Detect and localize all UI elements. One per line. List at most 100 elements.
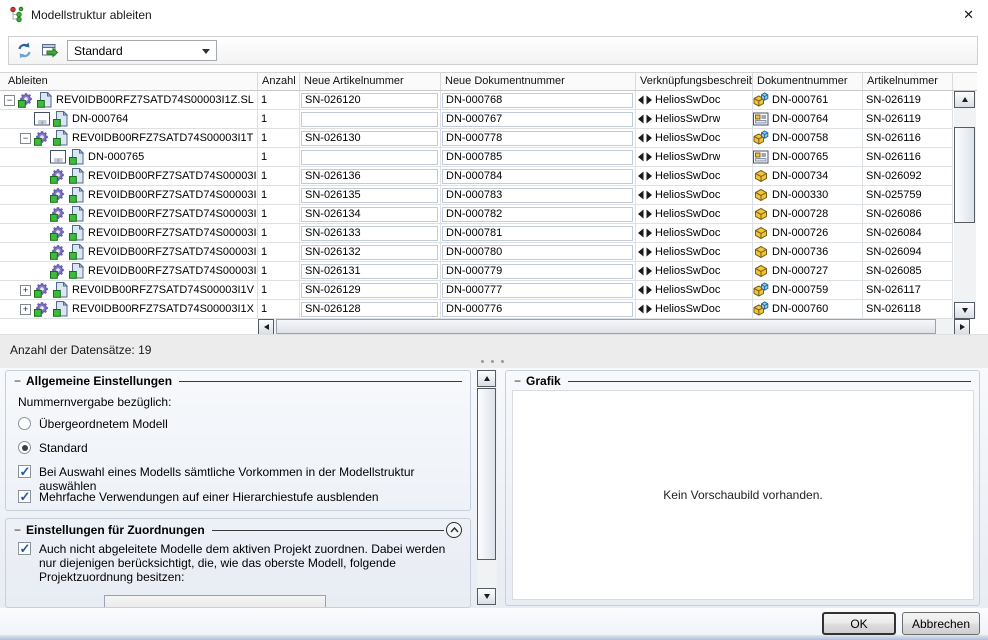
neue-artikelnummer-input[interactable]: SN-026133 — [301, 226, 438, 241]
settings-scroll-thumb[interactable] — [477, 388, 496, 560]
radio-row-standard[interactable]: Standard — [18, 441, 88, 455]
cell-neue-dokumentnummer-input: DN-000768 — [441, 91, 636, 110]
cell-verknuepfung: HeliosSwDoc — [636, 91, 753, 110]
checkbox-assign-project[interactable] — [18, 542, 31, 555]
collapse-chevron-button[interactable] — [446, 522, 462, 538]
table-row[interactable]: REV0IDB00RFZ7SATD74S00003I1SN-026132DN-0… — [0, 243, 953, 262]
column-header-dokumentnummer[interactable]: Dokumentnummer — [753, 73, 863, 90]
neue-artikelnummer-input[interactable] — [301, 150, 438, 165]
table-row[interactable]: REV0IDB00RFZ7SATD74S00003I1SN-026133DN-0… — [0, 224, 953, 243]
neue-artikelnummer-input[interactable]: SN-026132 — [301, 245, 438, 260]
column-header-ableiten[interactable]: Ableiten — [0, 73, 258, 90]
checkbox-row-mehrfache[interactable]: Mehrfache Verwendungen auf einer Hierarc… — [18, 490, 379, 504]
neue-artikelnummer-input[interactable]: SN-026135 — [301, 188, 438, 203]
radio-standard[interactable] — [18, 441, 31, 454]
tree-expander[interactable]: − — [4, 95, 15, 106]
cell-artikelnummer: SN-026119 — [863, 91, 953, 110]
neue-dokumentnummer-input[interactable]: DN-000776 — [442, 302, 633, 317]
document-icon — [53, 301, 70, 317]
neue-dokumentnummer-input[interactable]: DN-000783 — [442, 188, 633, 203]
neue-dokumentnummer-input[interactable]: DN-000779 — [442, 264, 633, 279]
checkbox-row-projekt[interactable]: Auch nicht abgeleitete Modelle dem aktiv… — [18, 542, 466, 584]
close-icon[interactable]: ✕ — [960, 6, 977, 24]
collapse-minus-icon[interactable]: − — [14, 523, 21, 537]
cell-neue-artikelnummer-input: SN-026130 — [300, 129, 441, 148]
column-header-artikelnummer[interactable]: Artikelnummer — [863, 73, 953, 90]
scroll-up-button[interactable] — [477, 370, 496, 387]
table-row[interactable]: +REV0IDB00RFZ7SATD74S00003I1X1SN-026128D… — [0, 300, 953, 319]
checkbox-select-all-occurrences[interactable] — [18, 465, 31, 478]
neue-artikelnummer-input[interactable]: SN-026128 — [301, 302, 438, 317]
cancel-button[interactable]: Abbrechen — [902, 612, 980, 635]
vertical-scroll-thumb[interactable] — [954, 127, 975, 223]
neue-dokumentnummer-input[interactable]: DN-000781 — [442, 226, 633, 241]
cell-anzahl: 1 — [258, 129, 300, 148]
checkbox-row-vorkommen[interactable]: Bei Auswahl eines Modells sämtliche Vork… — [18, 465, 470, 493]
numbering-profile-select[interactable]: Standard — [67, 40, 217, 61]
splitter-grip[interactable] — [481, 360, 511, 363]
tree-expander[interactable]: + — [20, 304, 31, 315]
document-icon — [69, 187, 86, 203]
neue-artikelnummer-input[interactable]: SN-026120 — [301, 93, 438, 108]
table-row[interactable]: +REV0IDB00RFZ7SATD74S00003I1V1SN-026129D… — [0, 281, 953, 300]
radio-uebergeordnetem-modell[interactable] — [18, 417, 31, 430]
part-icon — [753, 206, 770, 222]
neue-dokumentnummer-input[interactable]: DN-000778 — [442, 131, 633, 146]
neue-artikelnummer-input[interactable]: SN-026131 — [301, 264, 438, 279]
model-config-icon — [50, 244, 67, 260]
neue-artikelnummer-input[interactable]: SN-026129 — [301, 283, 438, 298]
refresh-icon[interactable] — [15, 41, 35, 61]
tree-expander[interactable]: + — [20, 285, 31, 296]
neue-artikelnummer-input[interactable]: SN-026136 — [301, 169, 438, 184]
neue-artikelnummer-input[interactable]: SN-026134 — [301, 207, 438, 222]
collapse-minus-icon[interactable]: − — [14, 374, 21, 388]
ok-button[interactable]: OK — [822, 612, 896, 635]
cell-anzahl: 1 — [258, 91, 300, 110]
settings-scrollbar[interactable] — [477, 370, 497, 605]
cell-dokumentnummer: DN-000726 — [753, 224, 863, 243]
neue-dokumentnummer-input[interactable]: DN-000777 — [442, 283, 633, 298]
horizontal-scroll-thumb[interactable] — [276, 319, 936, 334]
scroll-left-button[interactable] — [258, 319, 274, 335]
checkbox-hide-multiple-uses[interactable] — [18, 490, 31, 503]
neue-dokumentnummer-input[interactable]: DN-000768 — [442, 93, 633, 108]
radio-row-uebergeordnet[interactable]: Übergeordnetem Modell — [18, 417, 168, 431]
cell-verknuepfung: HeliosSwDrw — [636, 148, 753, 167]
dokumentnummer-value: DN-000330 — [772, 189, 828, 201]
neue-dokumentnummer-input[interactable]: DN-000780 — [442, 245, 633, 260]
model-name: DN-000765 — [88, 151, 144, 163]
verknuepfung-label: HeliosSwDoc — [655, 227, 720, 239]
collapse-minus-icon[interactable]: − — [514, 374, 521, 388]
document-icon — [69, 149, 86, 165]
scroll-down-button[interactable] — [954, 302, 975, 319]
cell-neue-artikelnummer-input: SN-026133 — [300, 224, 441, 243]
tree-indent — [36, 271, 50, 272]
neue-dokumentnummer-input[interactable]: DN-000782 — [442, 207, 633, 222]
neue-dokumentnummer-input[interactable]: DN-000784 — [442, 169, 633, 184]
table-row[interactable]: DN-0007641DN-000767HeliosSwDrwDN-000764S… — [0, 110, 953, 129]
scroll-right-button[interactable] — [954, 319, 970, 335]
project-assignment-select[interactable] — [104, 595, 326, 608]
table-row[interactable]: REV0IDB00RFZ7SATD74S00003I1SN-026134DN-0… — [0, 205, 953, 224]
export-table-icon[interactable] — [41, 41, 61, 61]
table-vertical-scrollbar[interactable] — [954, 91, 976, 319]
column-header-anzahl[interactable]: Anzahl — [258, 73, 300, 90]
table-row[interactable]: REV0IDB00RFZ7SATD74S00003I1SN-026131DN-0… — [0, 262, 953, 281]
table-row[interactable]: −REV0IDB00RFZ7SATD74S00003I1Z.SL1SN-0261… — [0, 91, 953, 110]
column-header-neue-dokumentnummer[interactable]: Neue Dokumentnummer — [441, 73, 636, 90]
table-row[interactable]: REV0IDB00RFZ7SATD74S00003I1SN-026136DN-0… — [0, 167, 953, 186]
tree-expander[interactable]: − — [20, 133, 31, 144]
table-horizontal-scrollbar[interactable] — [258, 319, 970, 335]
scroll-down-button[interactable] — [477, 588, 496, 605]
model-name: REV0IDB00RFZ7SATD74S00003I — [88, 246, 257, 258]
neue-artikelnummer-input[interactable]: SN-026130 — [301, 131, 438, 146]
table-row[interactable]: −REV0IDB00RFZ7SATD74S00003I1T1SN-026130D… — [0, 129, 953, 148]
neue-artikelnummer-input[interactable] — [301, 112, 438, 127]
neue-dokumentnummer-input[interactable]: DN-000767 — [442, 112, 633, 127]
neue-dokumentnummer-input[interactable]: DN-000785 — [442, 150, 633, 165]
column-header-neue-artikelnummer[interactable]: Neue Artikelnummer — [300, 73, 441, 90]
table-row[interactable]: DN-0007651DN-000785HeliosSwDrwDN-000765S… — [0, 148, 953, 167]
column-header-verknuepfungsbeschreibung[interactable]: Verknüpfungsbeschreibung — [636, 73, 753, 90]
scroll-up-button[interactable] — [954, 91, 975, 108]
table-row[interactable]: REV0IDB00RFZ7SATD74S00003I1SN-026135DN-0… — [0, 186, 953, 205]
